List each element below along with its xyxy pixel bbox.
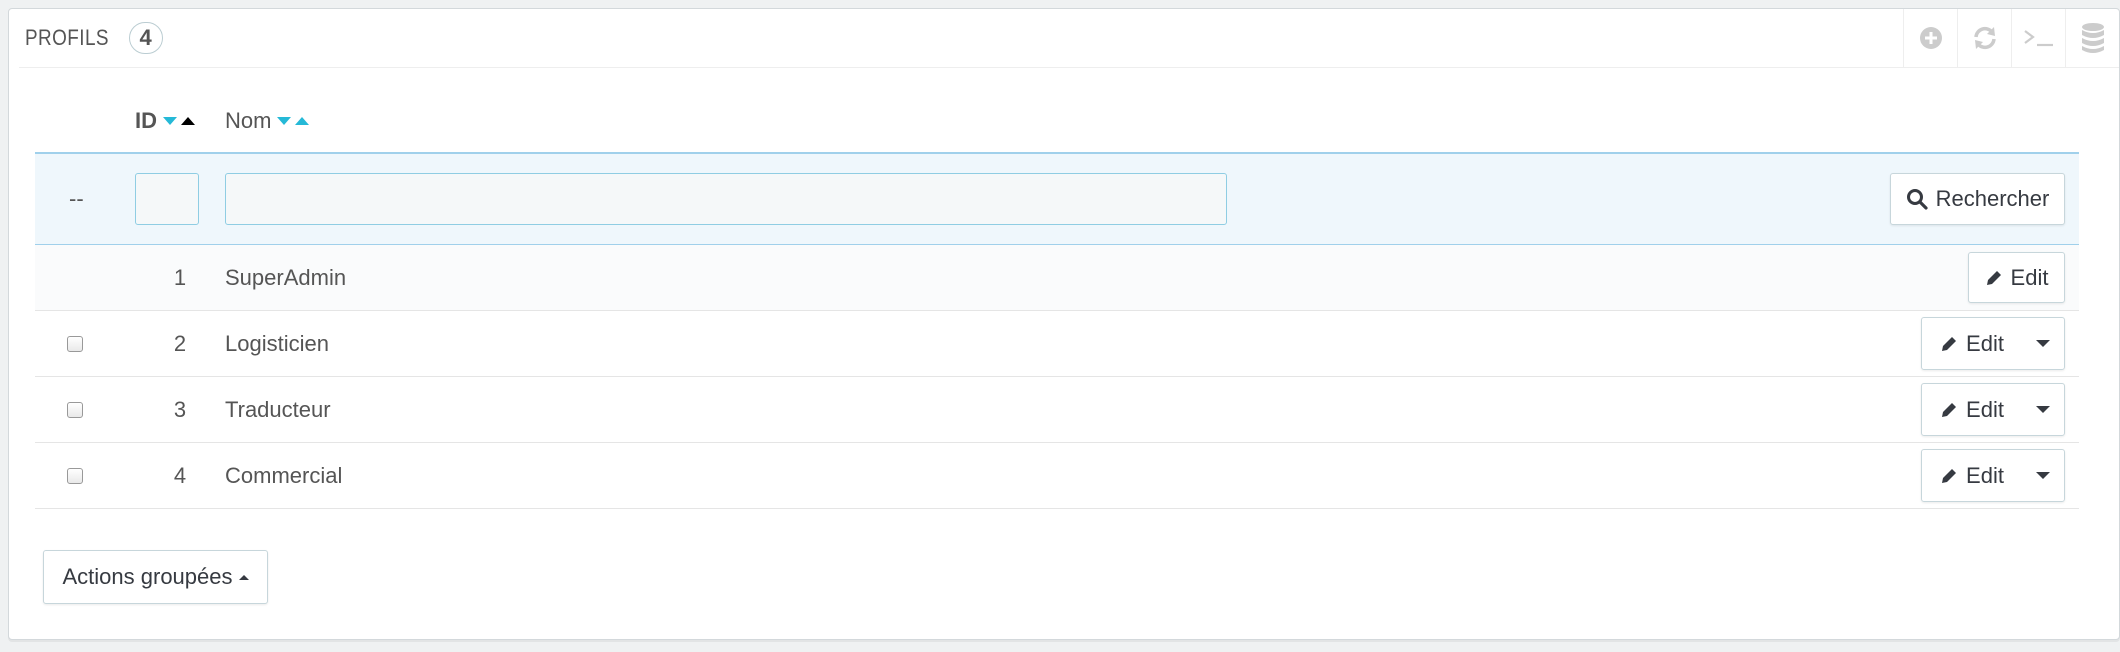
sort-asc-icon[interactable]: [295, 117, 310, 125]
table-row[interactable]: 4 Commercial Edit: [35, 442, 2079, 509]
filter-row: -- Rechercher: [35, 153, 2079, 245]
table-header-row: ID Nom: [35, 90, 2079, 154]
terminal-icon: [2023, 30, 2053, 47]
table-row[interactable]: 1 SuperAdmin Edit: [35, 244, 2079, 311]
row-id: 1: [135, 244, 225, 311]
filter-name-input[interactable]: [225, 173, 1227, 225]
bulk-actions-label: Actions groupées: [62, 564, 233, 589]
sort-asc-active-icon[interactable]: [181, 117, 195, 125]
caret-up-icon: [238, 574, 249, 580]
panel-toolbar: [1903, 9, 2119, 67]
header-id-label: ID: [135, 108, 157, 133]
chevron-down-icon: [2036, 406, 2050, 413]
row-id: 3: [135, 376, 225, 443]
header-select: [35, 90, 135, 154]
row-id: 2: [135, 310, 225, 377]
filter-placeholder-dash: --: [69, 186, 84, 211]
table-row[interactable]: 3 Traducteur Edit: [35, 376, 2079, 443]
edit-button-label: Edit: [1966, 330, 2004, 356]
panel-heading: PROFILS 4: [19, 9, 2119, 68]
row-checkbox[interactable]: [67, 335, 83, 352]
edit-button-label: Edit: [1966, 462, 2004, 488]
row-checkbox[interactable]: [67, 467, 83, 484]
database-icon: [2081, 23, 2104, 53]
edit-button[interactable]: Edit: [1922, 450, 2022, 501]
row-checkbox[interactable]: [67, 401, 83, 418]
edit-button-label: Edit: [1966, 396, 2004, 422]
search-button-label: Rechercher: [1935, 186, 2050, 211]
pencil-icon: [1986, 270, 2001, 285]
row-name: Commercial: [225, 442, 1325, 509]
table-row[interactable]: 2 Logisticien Edit: [35, 310, 2079, 377]
filter-id-input[interactable]: [135, 173, 199, 225]
row-name: SuperAdmin: [225, 244, 1325, 311]
row-actions-dropdown-toggle[interactable]: [2022, 450, 2064, 501]
show-sql-button[interactable]: [2011, 9, 2065, 67]
header-name: Nom: [225, 90, 1325, 154]
row-actions-group: Edit: [1921, 449, 2065, 502]
chevron-down-icon: [2036, 340, 2050, 347]
header-name-label: Nom: [225, 108, 272, 133]
row-name: Traducteur: [225, 376, 1325, 443]
export-sql-button[interactable]: [2065, 9, 2119, 67]
row-select-cell: [35, 244, 135, 311]
refresh-icon: [1973, 26, 1996, 50]
profiles-table: ID Nom -- Rechercher 1 SuperAdmin Edit 2…: [35, 90, 2079, 509]
row-actions-dropdown-toggle[interactable]: [2022, 384, 2064, 435]
row-actions-group: Edit: [1921, 317, 2065, 370]
chevron-down-icon: [2036, 472, 2050, 479]
header-id: ID: [135, 90, 225, 154]
row-id: 4: [135, 442, 225, 509]
refresh-list-button[interactable]: [1957, 9, 2011, 67]
edit-button[interactable]: Edit: [1922, 384, 2022, 435]
edit-button[interactable]: Edit: [1968, 252, 2065, 303]
row-name: Logisticien: [225, 310, 1325, 377]
search-icon: [1906, 189, 1928, 210]
pencil-icon: [1942, 336, 1957, 351]
sort-desc-icon[interactable]: [163, 117, 177, 125]
edit-button-label: Edit: [2010, 264, 2049, 290]
edit-button[interactable]: Edit: [1922, 318, 2022, 369]
bulk-actions-button[interactable]: Actions groupées: [43, 550, 268, 604]
pencil-icon: [1942, 468, 1957, 483]
header-actions: [1325, 90, 2079, 154]
search-button[interactable]: Rechercher: [1890, 173, 2065, 225]
pencil-icon: [1942, 402, 1957, 417]
row-actions-dropdown-toggle[interactable]: [2022, 318, 2064, 369]
row-actions-group: Edit: [1921, 383, 2065, 436]
count-badge: 4: [128, 22, 163, 54]
sort-desc-icon[interactable]: [277, 117, 292, 125]
panel-title: PROFILS: [25, 25, 109, 50]
add-icon: [1919, 27, 1942, 49]
add-new-button[interactable]: [1903, 9, 1957, 67]
